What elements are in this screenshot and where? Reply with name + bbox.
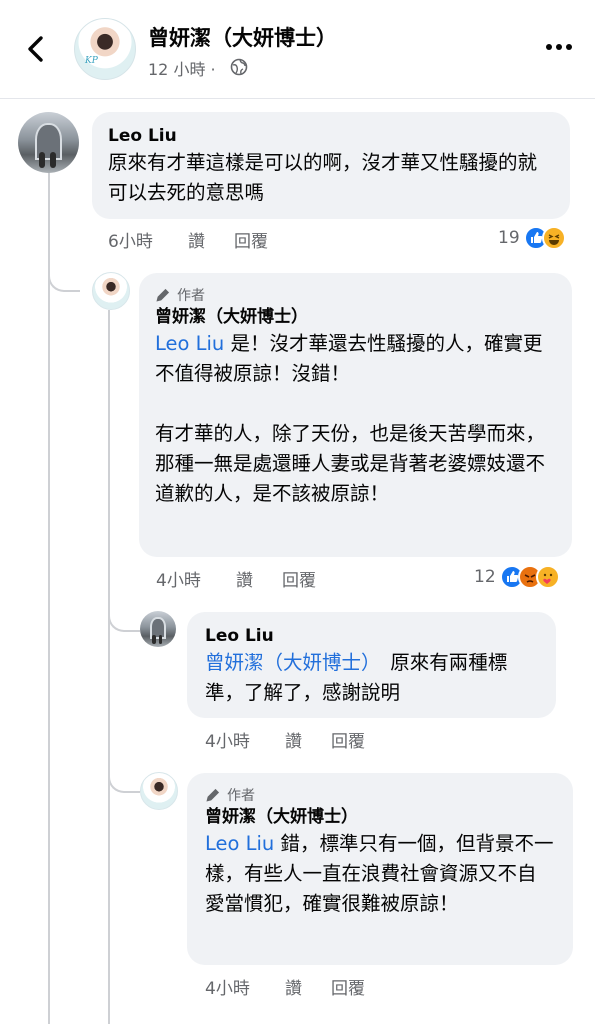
care-icon: [535, 565, 560, 589]
comment-bubble: 作者 曾妍潔（大妍博士） Leo Liu 錯，標準只有一個，但背景不一樣，有些人…: [187, 773, 573, 965]
post-header: KP 曾妍潔（大妍博士） 12 小時 ·: [0, 0, 595, 99]
page-avatar[interactable]: KP: [74, 18, 136, 80]
comment-bubble: 作者 曾妍潔（大妍博士） Leo Liu 是！沒才華還去性騷擾的人，確實更不值得…: [139, 273, 572, 557]
comment-bubble: Leo Liu 原來有才華這樣是可以的啊，沒才華又性騷擾的就可以去死的意思嗎: [92, 112, 570, 219]
author-badge-label: 作者: [227, 788, 255, 804]
thread-connector-reply-2: [108, 602, 140, 632]
mention-link[interactable]: Leo Liu: [205, 832, 274, 855]
comment-time[interactable]: 4小時: [156, 566, 236, 591]
comment-bubble: Leo Liu 曾妍潔（大妍博士） 原來有兩種標準，了解了，感謝說明: [187, 612, 556, 718]
author-badge: 作者: [205, 785, 555, 805]
comment-text-paragraph: 那種一無是處還睡人妻或是背著老婆嫖妓還不道歉的人，是不該被原諒！: [155, 452, 546, 505]
reaction-summary[interactable]: 19: [498, 226, 566, 250]
page-avatar-logo: KP: [85, 56, 98, 66]
like-button[interactable]: 讚: [285, 727, 331, 752]
comment-author[interactable]: 曾妍潔（大妍博士）: [155, 305, 556, 329]
author-avatar[interactable]: [92, 272, 130, 310]
page-name[interactable]: 曾妍潔（大妍博士）: [148, 22, 337, 52]
post-meta: 12 小時 ·: [148, 56, 216, 80]
more-options-icon[interactable]: [545, 40, 573, 54]
comment-time[interactable]: 4小時: [205, 727, 285, 752]
reply-button[interactable]: 回覆: [331, 727, 365, 752]
pencil-icon: [206, 788, 220, 802]
comment-text: Leo Liu 錯，標準只有一個，但背景不一樣，有些人一直在浪費社會資源又不自愛…: [205, 829, 555, 919]
comment-text: 曾妍潔（大妍博士） 原來有兩種標準，了解了，感謝說明: [205, 648, 538, 708]
reaction-count: 19: [498, 228, 520, 248]
author-badge: 作者: [155, 285, 556, 305]
reply-button[interactable]: 回覆: [331, 974, 365, 999]
reaction-count: 12: [474, 567, 496, 587]
reply-button[interactable]: 回覆: [234, 227, 268, 252]
thread-connector-reply-3: [108, 763, 140, 793]
like-button[interactable]: 讚: [285, 974, 331, 999]
haha-icon: [541, 226, 566, 250]
like-button[interactable]: 讚: [236, 566, 282, 591]
comment-text-paragraph: 有才華的人，除了天份，也是後天苦學而來，: [155, 422, 546, 445]
mention-link[interactable]: 曾妍潔（大妍博士）: [205, 651, 371, 674]
comment-time[interactable]: 4小時: [205, 974, 285, 999]
like-button[interactable]: 讚: [188, 227, 234, 252]
thread-line-reply: [108, 310, 110, 1024]
comment-author[interactable]: Leo Liu: [108, 124, 554, 148]
back-arrow-icon[interactable]: [22, 34, 52, 64]
comment-actions: 4小時 讚 回覆: [205, 974, 365, 999]
thread-line-main: [48, 172, 50, 1024]
meta-separator: ·: [210, 60, 216, 79]
thread-connector-reply-1: [48, 260, 80, 292]
comment-text: Leo Liu 是！沒才華還去性騷擾的人，確實更不值得被原諒！沒錯！: [155, 329, 556, 389]
commenter-avatar[interactable]: [18, 112, 79, 173]
commenter-avatar[interactable]: [140, 611, 176, 647]
mention-link[interactable]: Leo Liu: [155, 332, 224, 355]
comment-text: 原來有才華這樣是可以的啊，沒才華又性騷擾的就可以去死的意思嗎: [108, 151, 538, 204]
comment-actions: 4小時 讚 回覆: [156, 566, 316, 591]
author-badge-label: 作者: [177, 288, 205, 304]
author-avatar[interactable]: [140, 772, 178, 810]
comment-author[interactable]: 曾妍潔（大妍博士）: [205, 805, 555, 829]
globe-icon: [230, 58, 248, 76]
comment-author[interactable]: Leo Liu: [205, 624, 538, 648]
reply-button[interactable]: 回覆: [282, 566, 316, 591]
pencil-icon: [156, 288, 170, 302]
comment-actions: 6小時 讚 回覆: [108, 227, 268, 252]
comment-time[interactable]: 6小時: [108, 227, 188, 252]
comment-actions: 4小時 讚 回覆: [205, 727, 365, 752]
post-time: 12 小時: [148, 60, 206, 79]
reaction-summary[interactable]: 12: [474, 565, 560, 589]
